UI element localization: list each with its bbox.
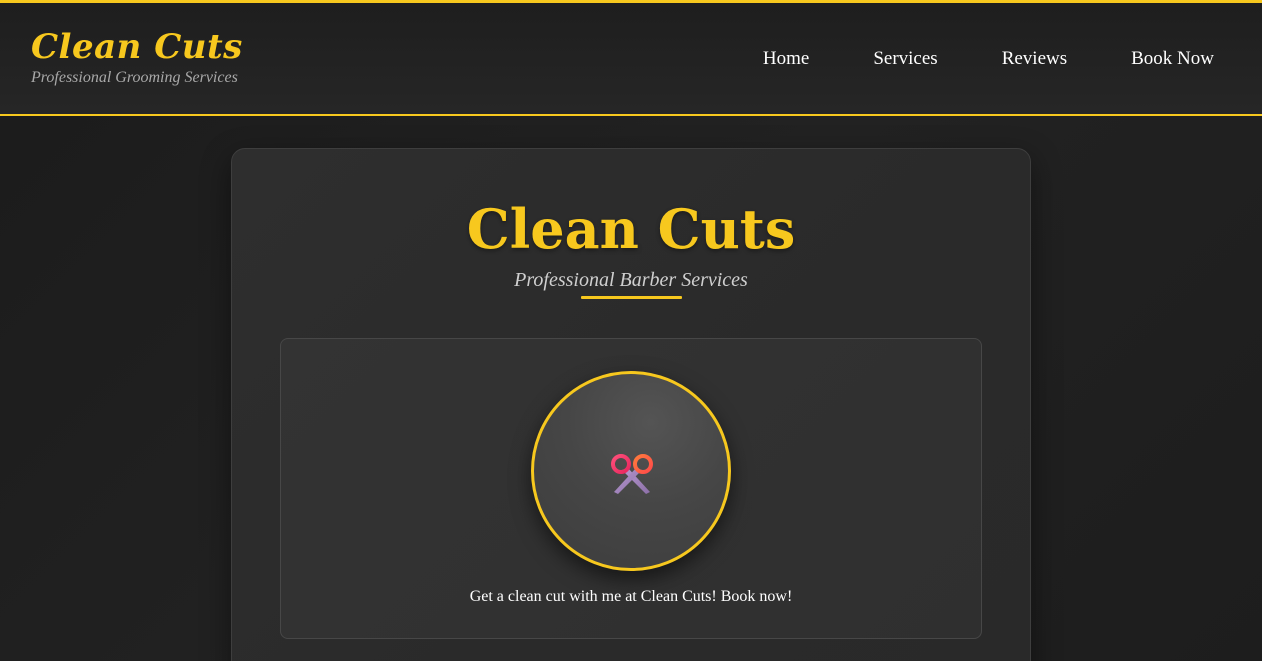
promo-text: Get a clean cut with me at Clean Cuts! B… <box>469 588 793 605</box>
nav-link-reviews[interactable]: Reviews <box>1002 47 1067 71</box>
logo-circle <box>531 371 731 571</box>
brand-tagline: Professional Grooming Services <box>31 69 238 86</box>
title-underline <box>581 296 682 299</box>
main-card: Clean Cuts Professional Barber Services <box>231 148 1031 661</box>
nav-link-book-now[interactable]: Book Now <box>1131 47 1214 71</box>
main-nav: Home Services Reviews Book Now <box>699 47 1214 71</box>
brand-name[interactable]: Clean Cuts <box>31 27 243 67</box>
hero-title: Clean Cuts <box>466 197 796 261</box>
scissors-icon <box>611 454 653 494</box>
site-header: Clean Cuts Professional Grooming Service… <box>0 0 1262 116</box>
promo-panel: Get a clean cut with me at Clean Cuts! B… <box>280 338 982 639</box>
nav-link-home[interactable]: Home <box>763 47 809 71</box>
hero-subtitle: Professional Barber Services <box>514 269 748 291</box>
nav-link-services[interactable]: Services <box>873 47 937 71</box>
brand[interactable]: Clean Cuts Professional Grooming Service… <box>31 27 243 87</box>
